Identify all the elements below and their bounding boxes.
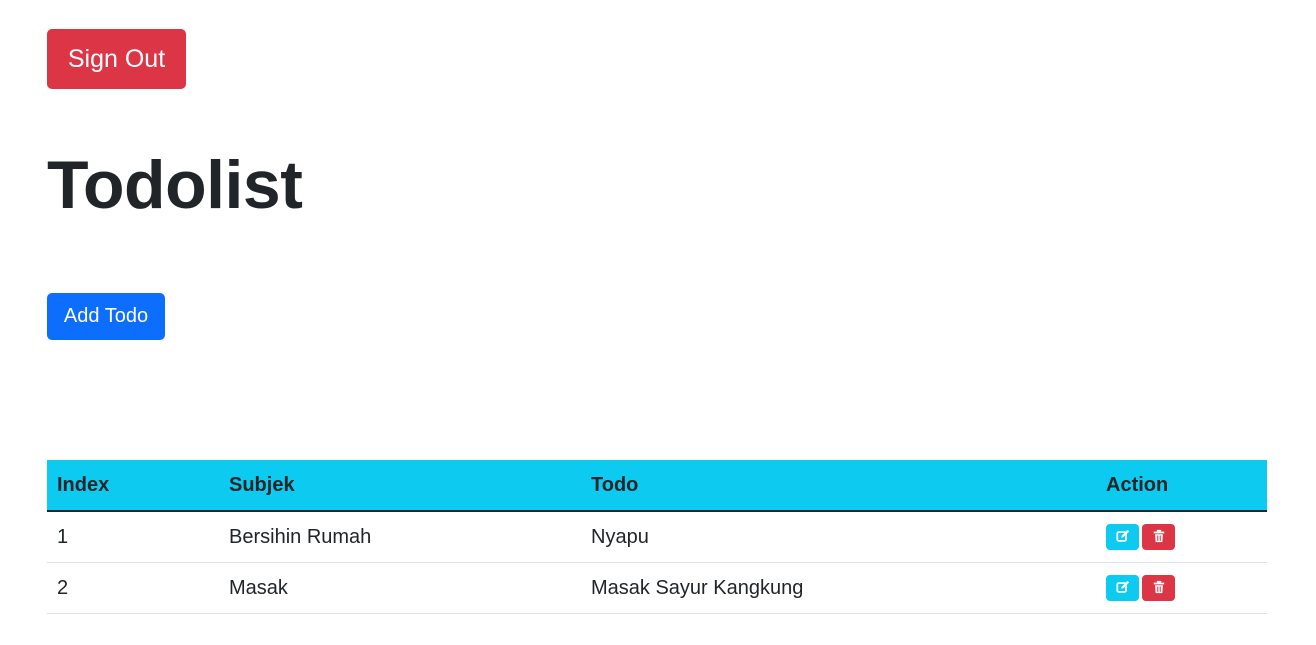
cell-todo: Nyapu: [581, 511, 1096, 563]
table-row: 2 Masak Masak Sayur Kangkung: [47, 562, 1267, 614]
edit-button[interactable]: [1106, 575, 1139, 601]
cell-index: 2: [47, 562, 219, 614]
table-body: 1 Bersihin Rumah Nyapu 2 Masak Masak Say…: [47, 511, 1267, 614]
cell-action: [1096, 562, 1267, 614]
column-header-todo: Todo: [581, 460, 1096, 512]
add-todo-button[interactable]: Add Todo: [47, 293, 165, 340]
cell-subjek: Bersihin Rumah: [219, 511, 581, 563]
sign-out-button[interactable]: Sign Out: [47, 29, 186, 89]
column-header-subjek: Subjek: [219, 460, 581, 512]
todo-table: Index Subjek Todo Action 1 Bersihin Ruma…: [47, 460, 1267, 614]
delete-button[interactable]: [1142, 575, 1175, 601]
edit-icon: [1115, 530, 1129, 542]
column-header-index: Index: [47, 460, 219, 512]
delete-button[interactable]: [1142, 524, 1175, 550]
cell-index: 1: [47, 511, 219, 563]
cell-todo: Masak Sayur Kangkung: [581, 562, 1096, 614]
edit-button[interactable]: [1106, 524, 1139, 550]
cell-subjek: Masak: [219, 562, 581, 614]
cell-action: [1096, 511, 1267, 563]
edit-icon: [1115, 581, 1129, 593]
table-row: 1 Bersihin Rumah Nyapu: [47, 511, 1267, 563]
table-header: Index Subjek Todo Action: [47, 460, 1267, 512]
column-header-action: Action: [1096, 460, 1267, 512]
table-header-row: Index Subjek Todo Action: [47, 460, 1267, 512]
page-container: Sign Out Todolist Add Todo Index Subjek …: [0, 0, 1267, 614]
trash-icon: [1153, 581, 1164, 594]
trash-icon: [1153, 530, 1164, 543]
page-title: Todolist: [47, 147, 303, 223]
